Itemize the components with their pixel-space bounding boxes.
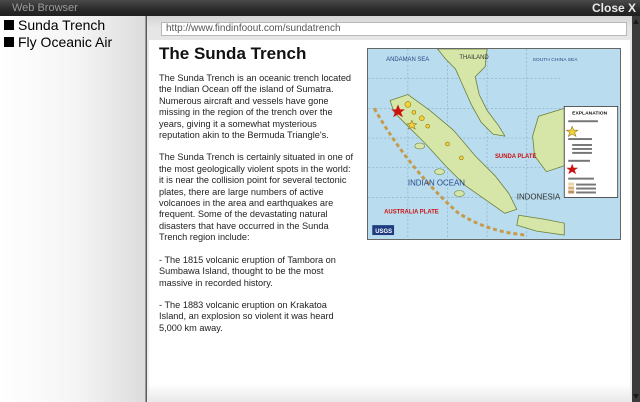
sumatra-map-image: ANDAMAN SEA THAILAND SOUTH CHINA SEA IND… (367, 48, 621, 240)
bullet-icon (4, 36, 14, 47)
bottom-fade (148, 384, 638, 402)
bullet-icon (4, 19, 14, 30)
sidebar-item-sunda-trench[interactable]: Sunda Trench (0, 16, 145, 33)
map-graphic: ANDAMAN SEA THAILAND SOUTH CHINA SEA IND… (368, 49, 620, 239)
article-paragraph: - The 1883 volcanic eruption on Krakatoa… (159, 299, 334, 333)
web-page[interactable]: The Sunda Trench The Sunda Trench is an … (149, 40, 630, 402)
title-bar: Web Browser Close X (0, 0, 640, 16)
scroll-up-icon[interactable] (632, 18, 640, 26)
svg-text:USGS: USGS (375, 229, 392, 235)
svg-text:INDONESIA: INDONESIA (517, 192, 561, 201)
svg-text:INDIAN OCEAN: INDIAN OCEAN (408, 179, 465, 188)
article-paragraph: The Sunda Trench is certainly situated i… (159, 152, 354, 243)
article-paragraph: The Sunda Trench is an oceanic trench lo… (159, 73, 352, 141)
scroll-down-icon[interactable] (632, 392, 640, 400)
svg-text:AUSTRALIA PLATE: AUSTRALIA PLATE (384, 209, 439, 215)
vertical-scrollbar[interactable] (632, 16, 640, 402)
svg-text:SUNDA PLATE: SUNDA PLATE (495, 154, 537, 160)
article-body: The Sunda Trench is an oceanic trench lo… (159, 73, 355, 334)
url-bar[interactable]: http://www.findinfoout.com/sundatrench (161, 22, 627, 36)
article-paragraph: - The 1815 volcanic eruption of Tambora … (159, 254, 336, 288)
browser-frame: http://www.findinfoout.com/sundatrench T… (147, 16, 632, 402)
sidebar-item-fly-oceanic-air[interactable]: Fly Oceanic Air (0, 33, 145, 50)
svg-text:ANDAMAN SEA: ANDAMAN SEA (386, 57, 429, 63)
svg-text:SOUTH CHINA SEA: SOUTH CHINA SEA (533, 57, 579, 63)
sidebar: Sunda Trench Fly Oceanic Air (0, 16, 146, 402)
sidebar-item-label: Fly Oceanic Air (18, 33, 113, 50)
svg-text:EXPLANATION: EXPLANATION (572, 110, 607, 116)
svg-text:THAILAND: THAILAND (459, 55, 488, 61)
sidebar-item-label: Sunda Trench (18, 16, 106, 33)
window-title: Web Browser (12, 2, 78, 14)
close-button[interactable]: Close X (592, 0, 636, 16)
